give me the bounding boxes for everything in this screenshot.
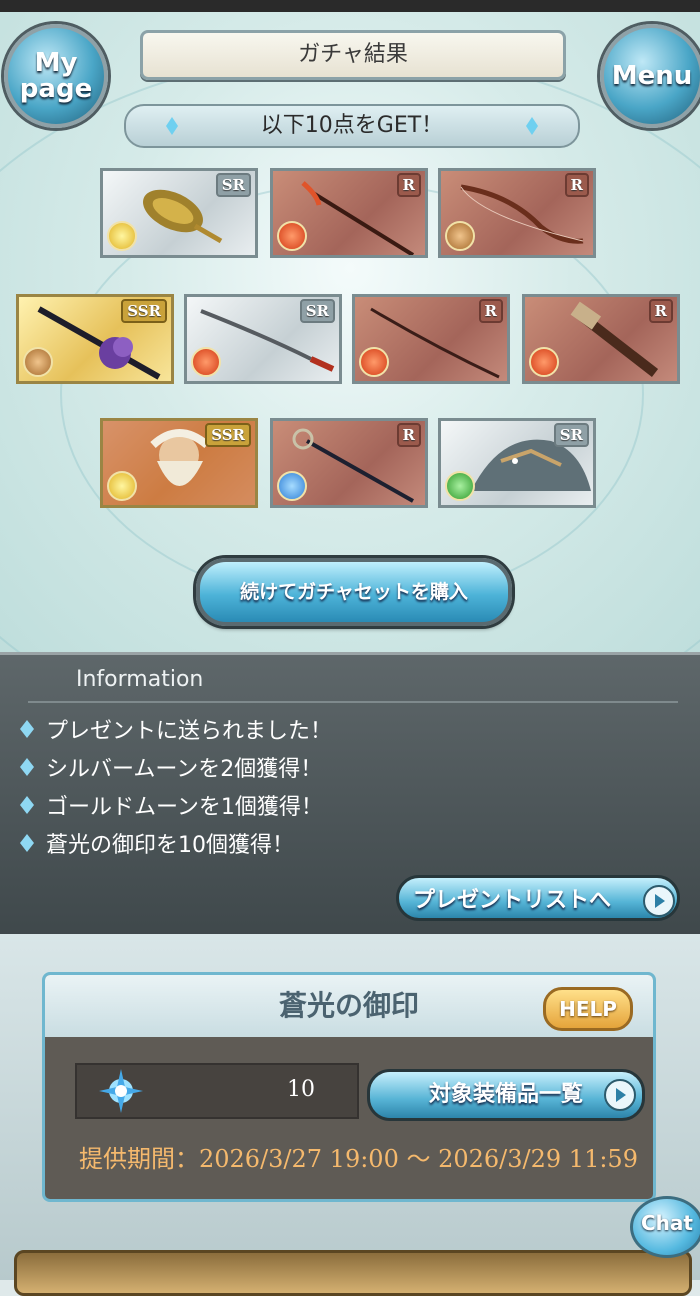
rarity-badge: SSR	[205, 423, 251, 447]
info-item: ゴールドムーンを1個獲得！	[20, 789, 323, 821]
menu-button[interactable]: Menu	[600, 24, 700, 128]
diamond-bullet-icon	[20, 834, 34, 852]
result-card[interactable]: R	[352, 294, 510, 384]
diamond-bullet-icon	[20, 796, 34, 814]
rarity-badge: R	[396, 173, 421, 197]
equip-button-label: 対象装備品一覧	[428, 1082, 583, 1107]
chat-button[interactable]: Chat	[630, 1196, 700, 1258]
diamond-icon	[526, 117, 538, 135]
info-item-text: ゴールドムーンを1個獲得！	[46, 795, 323, 820]
status-bar	[0, 0, 700, 12]
present-list-button[interactable]: プレゼントリストへ	[396, 875, 680, 921]
fire-element-icon	[529, 347, 559, 377]
rarity-badge: R	[648, 299, 673, 323]
result-card[interactable]: R	[522, 294, 680, 384]
get-banner: 以下10点をGET！	[124, 104, 580, 148]
info-item-text: 蒼光の御印を10個獲得！	[46, 833, 294, 858]
seal-title-text: 蒼光の御印	[278, 989, 419, 1022]
rarity-badge: SSR	[121, 299, 167, 323]
diamond-icon	[166, 117, 178, 135]
arrow-right-icon	[604, 1079, 636, 1111]
mypage-label: My page	[19, 48, 93, 104]
result-card[interactable]: R	[270, 168, 428, 258]
present-list-label: プレゼントリストへ	[413, 888, 612, 913]
info-item-text: シルバームーンを2個獲得！	[46, 757, 323, 782]
rarity-badge: R	[396, 423, 421, 447]
rarity-badge: R	[478, 299, 503, 323]
target-equipment-list-button[interactable]: 対象装備品一覧	[367, 1069, 645, 1121]
rarity-badge: SR	[299, 299, 335, 323]
result-card[interactable]: R	[438, 168, 596, 258]
info-item-text: プレゼントに送られました！	[46, 719, 333, 744]
rarity-badge: SR	[215, 173, 251, 197]
gacha-result-area: ガチャ結果 My page Menu 以下10点をGET！ SR R R SSR…	[0, 12, 700, 652]
info-item: プレゼントに送られました！	[20, 713, 332, 745]
blue-seal-icon	[99, 1069, 143, 1113]
get-banner-text: 以下10点をGET！	[260, 113, 444, 138]
fire-element-icon	[277, 221, 307, 251]
result-card[interactable]: R	[270, 418, 428, 508]
water-element-icon	[277, 471, 307, 501]
rarity-badge: R	[564, 173, 589, 197]
offer-period: 提供期間：2026/3/27 19:00 ～ 2026/3/29 11:59	[79, 1145, 638, 1173]
page-title: ガチャ結果	[140, 30, 566, 80]
result-card[interactable]: SR	[184, 294, 342, 384]
rarity-badge: SR	[553, 423, 589, 447]
seal-panel: 蒼光の御印 HELP 10 対象装備品一覧 提供期間：2026/3/27 19:…	[42, 972, 656, 1202]
arrow-right-icon	[643, 885, 675, 917]
diamond-bullet-icon	[20, 758, 34, 776]
information-panel: Information プレゼントに送られました！ シルバームーンを2個獲得！ …	[0, 652, 700, 937]
result-card[interactable]: SSR	[16, 294, 174, 384]
result-card[interactable]: SR	[100, 168, 258, 258]
light-element-icon	[107, 471, 137, 501]
fire-element-icon	[191, 347, 221, 377]
info-item: 蒼光の御印を10個獲得！	[20, 827, 294, 859]
legend-gacha-banner[interactable]	[14, 1250, 692, 1296]
wind-element-icon	[445, 471, 475, 501]
information-title: Information	[76, 667, 204, 692]
earth-element-icon	[445, 221, 475, 251]
fire-element-icon	[359, 347, 389, 377]
mypage-button[interactable]: My page	[4, 24, 108, 128]
info-item: シルバームーンを2個獲得！	[20, 751, 322, 783]
chat-label: Chat	[641, 1211, 693, 1235]
buy-gacha-set-button[interactable]: 続けてガチャセットを購入	[196, 558, 512, 626]
seal-count-box: 10	[75, 1063, 359, 1119]
divider	[28, 701, 678, 703]
result-card[interactable]: SR	[438, 418, 596, 508]
light-element-icon	[107, 221, 137, 251]
result-card[interactable]: SSR	[100, 418, 258, 508]
diamond-bullet-icon	[20, 720, 34, 738]
earth-element-icon	[23, 347, 53, 377]
menu-label: Menu	[611, 61, 693, 91]
seal-count: 10	[287, 1077, 315, 1102]
help-button[interactable]: HELP	[543, 987, 633, 1031]
